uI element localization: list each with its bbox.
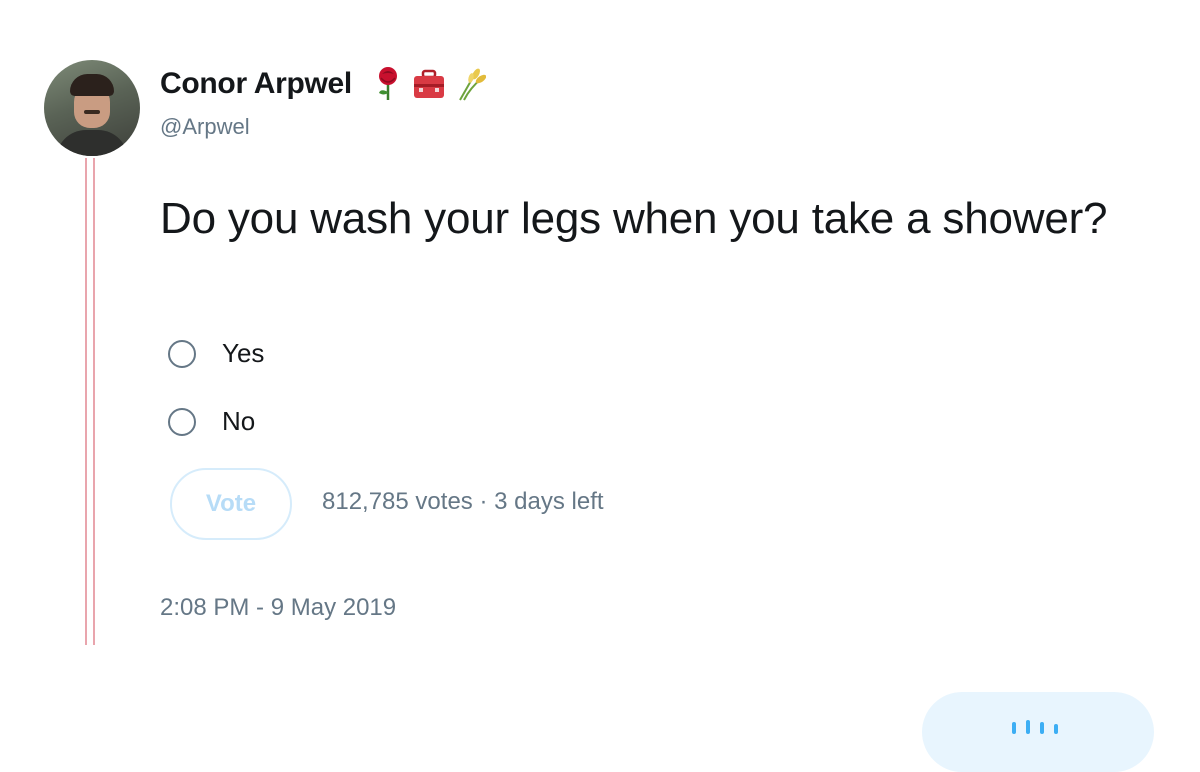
author-display-name[interactable]: Conor Arpwel: [160, 67, 352, 101]
vote-button[interactable]: Vote: [170, 468, 292, 540]
radio-button-icon[interactable]: [168, 339, 196, 368]
author-emojis: [372, 66, 486, 102]
rose-emoji-icon: [378, 67, 397, 100]
bottom-action-button[interactable]: [922, 692, 1154, 772]
poll-meta: 812,785 votes · 3 days left: [322, 488, 604, 516]
avatar-mustache: [84, 110, 100, 114]
avatar[interactable]: [44, 60, 140, 156]
cropped-label-fragment: [1026, 720, 1030, 734]
meta-separator: ·: [479, 488, 488, 515]
vote-count: 812,785 votes: [322, 488, 473, 515]
tweet-timestamp[interactable]: 2:08 PM - 9 May 2019: [160, 594, 396, 622]
radio-button-icon[interactable]: [168, 407, 196, 436]
avatar-shirt: [56, 130, 128, 156]
cropped-label-fragment: [1054, 724, 1058, 734]
poll-option-no[interactable]: No: [168, 406, 255, 437]
time-left: 3 days left: [494, 488, 604, 515]
avatar-hair: [70, 74, 114, 96]
poll-option-label: No: [222, 406, 256, 436]
toolbox-emoji-icon: [413, 69, 444, 98]
tweet-text: Do you wash your legs when you take a sh…: [160, 194, 1108, 243]
sheaf-of-rice-emoji-icon: [459, 68, 486, 101]
poll-option-label: Yes: [222, 338, 265, 368]
cropped-label-fragment: [1040, 722, 1044, 734]
cropped-label-fragment: [1012, 722, 1016, 734]
poll-option-yes[interactable]: Yes: [168, 338, 264, 369]
author-handle[interactable]: @Arpwel: [160, 114, 250, 140]
author-header: Conor Arpwel: [160, 62, 486, 106]
thread-line: [85, 158, 95, 645]
